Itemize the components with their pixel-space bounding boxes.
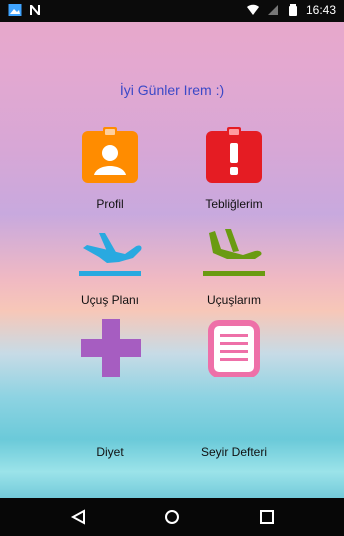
status-right: 16:43 — [246, 3, 336, 17]
app-screen: 16:43 İyi Günler Irem :) Profil Tebliğle… — [0, 0, 344, 536]
home-circle-icon — [165, 510, 179, 524]
home-button[interactable] — [161, 508, 183, 526]
battery-icon — [286, 3, 300, 17]
menu-grid: Profil Tebliğlerim Uçuş Planı Uçuşlarım … — [0, 127, 344, 459]
recents-square-icon — [260, 510, 274, 524]
menu-item-profil[interactable]: Profil — [48, 127, 172, 217]
airplane-takeoff-icon — [75, 223, 145, 281]
logbook-icon — [199, 319, 269, 378]
menu-item-ucuslarim[interactable]: Uçuşlarım — [172, 223, 296, 313]
medical-cross-icon — [75, 319, 145, 377]
airplane-landing-icon — [199, 223, 269, 281]
image-notification-icon — [8, 3, 22, 17]
alert-notice-icon — [199, 127, 269, 185]
status-bar: 16:43 — [0, 0, 344, 22]
status-left — [8, 3, 42, 17]
recents-button[interactable] — [256, 508, 278, 526]
menu-item-seyir-defteri[interactable]: Seyir Defteri — [172, 319, 296, 459]
greeting-text: İyi Günler Irem :) — [119, 82, 225, 98]
wifi-icon — [246, 3, 260, 17]
status-time: 16:43 — [305, 3, 336, 17]
menu-item-tebliglerim[interactable]: Tebliğlerim — [172, 127, 296, 217]
menu-label: Uçuşlarım — [206, 293, 261, 307]
menu-label: Uçuş Planı — [80, 293, 140, 307]
signal-off-icon — [266, 3, 280, 17]
menu-label: Tebliğlerim — [205, 197, 263, 211]
menu-item-ucus-plani[interactable]: Uçuş Planı — [48, 223, 172, 313]
back-button[interactable] — [68, 508, 90, 526]
navigation-bar — [0, 498, 344, 536]
menu-item-diyet[interactable]: Diyet — [48, 319, 172, 459]
menu-label: Seyir Defteri — [200, 445, 268, 459]
profile-badge-icon — [75, 127, 145, 185]
back-triangle-icon — [70, 509, 85, 525]
n-notification-icon — [28, 3, 42, 17]
menu-label: Profil — [96, 197, 124, 211]
menu-label: Diyet — [96, 445, 124, 459]
